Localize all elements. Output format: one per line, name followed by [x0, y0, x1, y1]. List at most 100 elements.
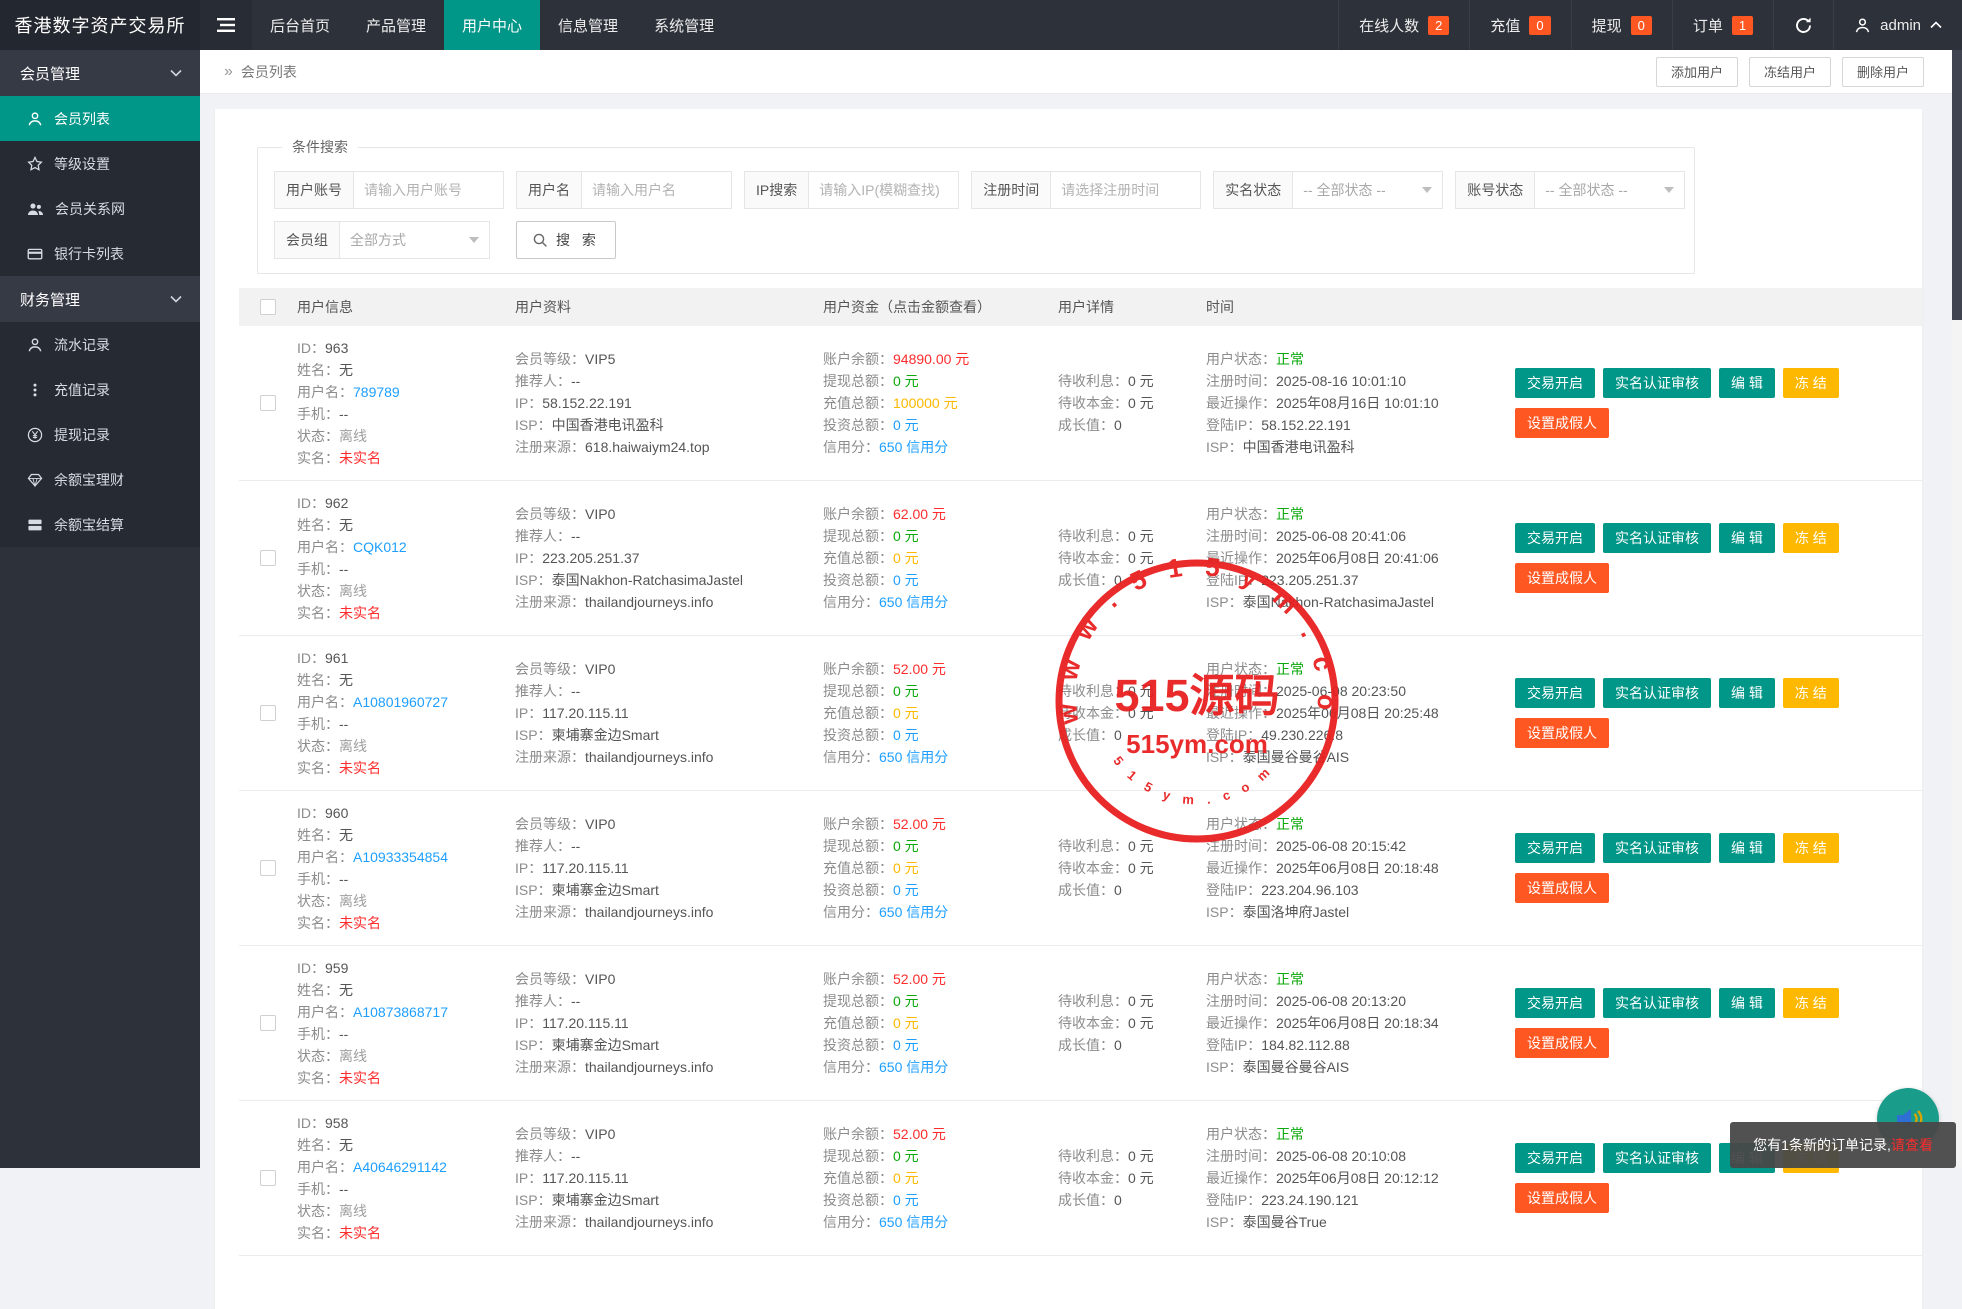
username-link[interactable]: A10873868717	[353, 1004, 448, 1020]
username-link[interactable]: A10801960727	[353, 694, 448, 710]
freeze-button[interactable]: 冻 结	[1783, 833, 1839, 863]
recharge-total[interactable]: 0 元	[893, 860, 919, 876]
set-fake-button[interactable]: 设置成假人	[1515, 1183, 1609, 1213]
member-group-select[interactable]: 全部方式	[340, 221, 490, 259]
withdraw-total[interactable]: 0 元	[893, 528, 919, 544]
realname-review-button[interactable]: 实名认证审核	[1603, 523, 1711, 553]
trade-open-button[interactable]: 交易开启	[1515, 988, 1595, 1018]
set-fake-button[interactable]: 设置成假人	[1515, 563, 1609, 593]
balance-amount[interactable]: 94890.00 元	[893, 351, 969, 367]
credit-score[interactable]: 650 信用分	[879, 749, 948, 765]
edit-button[interactable]: 编 辑	[1719, 523, 1775, 553]
recharge-total[interactable]: 0 元	[893, 550, 919, 566]
invest-total[interactable]: 0 元	[893, 1037, 919, 1053]
freeze-user-button[interactable]: 冻结用户	[1749, 57, 1831, 87]
freeze-button[interactable]: 冻 结	[1783, 988, 1839, 1018]
row-checkbox[interactable]	[260, 705, 276, 721]
invest-total[interactable]: 0 元	[893, 1192, 919, 1208]
invest-total[interactable]: 0 元	[893, 417, 919, 433]
search-button[interactable]: 搜 索	[516, 221, 616, 259]
select-all-checkbox[interactable]	[260, 299, 276, 315]
delete-user-button[interactable]: 删除用户	[1842, 57, 1924, 87]
recharge-total[interactable]: 100000 元	[893, 395, 958, 411]
row-checkbox[interactable]	[260, 550, 276, 566]
realname-status-select[interactable]: -- 全部状态 --	[1293, 171, 1443, 209]
sidebar-group-finance[interactable]: 财务管理	[0, 276, 200, 322]
trade-open-button[interactable]: 交易开启	[1515, 368, 1595, 398]
register-time-input[interactable]	[1051, 171, 1201, 209]
username-link[interactable]: CQK012	[353, 539, 407, 555]
toast-view-link[interactable]: 请查看	[1891, 1135, 1933, 1155]
credit-score[interactable]: 650 信用分	[879, 904, 948, 920]
realname-review-button[interactable]: 实名认证审核	[1603, 678, 1711, 708]
recharge-count[interactable]: 充值 0	[1469, 0, 1570, 50]
credit-score[interactable]: 650 信用分	[879, 1059, 948, 1075]
scrollbar-thumb[interactable]	[1952, 50, 1962, 320]
credit-score[interactable]: 650 信用分	[879, 1214, 948, 1230]
credit-score[interactable]: 650 信用分	[879, 594, 948, 610]
freeze-button[interactable]: 冻 结	[1783, 368, 1839, 398]
withdraw-count[interactable]: 提现 0	[1571, 0, 1672, 50]
username-link[interactable]: A40646291142	[353, 1159, 447, 1175]
freeze-button[interactable]: 冻 结	[1783, 523, 1839, 553]
balance-amount[interactable]: 52.00 元	[893, 1126, 946, 1142]
withdraw-total[interactable]: 0 元	[893, 373, 919, 389]
sidebar-item-yuebao-settle[interactable]: 余额宝结算	[0, 502, 200, 547]
username-link[interactable]: 789789	[353, 384, 400, 400]
order-count[interactable]: 订单 1	[1672, 0, 1773, 50]
sidebar-item-bank-cards[interactable]: 银行卡列表	[0, 231, 200, 276]
recharge-total[interactable]: 0 元	[893, 1015, 919, 1031]
trade-open-button[interactable]: 交易开启	[1515, 1143, 1595, 1173]
trade-open-button[interactable]: 交易开启	[1515, 523, 1595, 553]
edit-button[interactable]: 编 辑	[1719, 678, 1775, 708]
recharge-total[interactable]: 0 元	[893, 1170, 919, 1186]
sidebar-item-flow-records[interactable]: 流水记录	[0, 322, 200, 367]
trade-open-button[interactable]: 交易开启	[1515, 678, 1595, 708]
menu-item-home[interactable]: 后台首页	[252, 0, 348, 50]
sidebar-item-level-settings[interactable]: 等级设置	[0, 141, 200, 186]
account-input[interactable]	[354, 171, 504, 209]
row-checkbox[interactable]	[260, 860, 276, 876]
row-checkbox[interactable]	[260, 395, 276, 411]
withdraw-total[interactable]: 0 元	[893, 1148, 919, 1164]
ip-search-input[interactable]	[809, 171, 959, 209]
realname-review-button[interactable]: 实名认证审核	[1603, 368, 1711, 398]
balance-amount[interactable]: 52.00 元	[893, 816, 946, 832]
invest-total[interactable]: 0 元	[893, 572, 919, 588]
scrollbar-track[interactable]	[1952, 50, 1962, 1168]
add-user-button[interactable]: 添加用户	[1656, 57, 1738, 87]
hamburger-button[interactable]	[200, 0, 252, 50]
balance-amount[interactable]: 62.00 元	[893, 506, 946, 522]
set-fake-button[interactable]: 设置成假人	[1515, 408, 1609, 438]
balance-amount[interactable]: 52.00 元	[893, 661, 946, 677]
menu-item-user-center[interactable]: 用户中心	[444, 0, 540, 50]
row-checkbox[interactable]	[260, 1015, 276, 1031]
edit-button[interactable]: 编 辑	[1719, 833, 1775, 863]
sidebar-item-recharge-records[interactable]: 充值记录	[0, 367, 200, 412]
trade-open-button[interactable]: 交易开启	[1515, 833, 1595, 863]
set-fake-button[interactable]: 设置成假人	[1515, 873, 1609, 903]
withdraw-total[interactable]: 0 元	[893, 838, 919, 854]
admin-dropdown[interactable]: admin	[1833, 0, 1962, 50]
recharge-total[interactable]: 0 元	[893, 705, 919, 721]
realname-review-button[interactable]: 实名认证审核	[1603, 988, 1711, 1018]
menu-item-products[interactable]: 产品管理	[348, 0, 444, 50]
set-fake-button[interactable]: 设置成假人	[1515, 718, 1609, 748]
balance-amount[interactable]: 52.00 元	[893, 971, 946, 987]
account-status-select[interactable]: -- 全部状态 --	[1535, 171, 1685, 209]
edit-button[interactable]: 编 辑	[1719, 988, 1775, 1018]
credit-score[interactable]: 650 信用分	[879, 439, 948, 455]
withdraw-total[interactable]: 0 元	[893, 683, 919, 699]
refresh-button[interactable]	[1773, 0, 1833, 50]
freeze-button[interactable]: 冻 结	[1783, 678, 1839, 708]
sidebar-item-withdraw-records[interactable]: 提现记录	[0, 412, 200, 457]
invest-total[interactable]: 0 元	[893, 727, 919, 743]
sidebar-group-members[interactable]: 会员管理	[0, 50, 200, 96]
username-link[interactable]: A10933354854	[353, 849, 448, 865]
online-count[interactable]: 在线人数 2	[1338, 0, 1469, 50]
row-checkbox[interactable]	[260, 1170, 276, 1186]
set-fake-button[interactable]: 设置成假人	[1515, 1028, 1609, 1058]
withdraw-total[interactable]: 0 元	[893, 993, 919, 1009]
sidebar-item-member-network[interactable]: 会员关系网	[0, 186, 200, 231]
invest-total[interactable]: 0 元	[893, 882, 919, 898]
